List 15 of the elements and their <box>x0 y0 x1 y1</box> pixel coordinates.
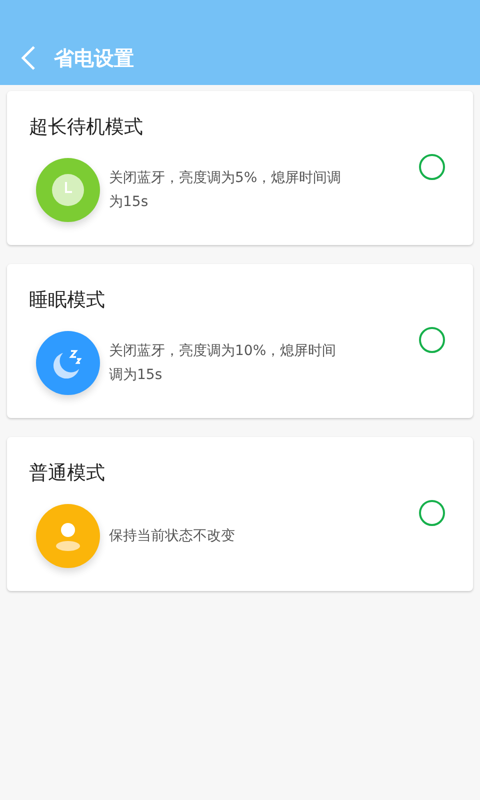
mode-title: 超长待机模式 <box>29 115 143 140</box>
clock-icon <box>52 174 84 206</box>
radio-button[interactable] <box>419 326 445 352</box>
mode-description: 关闭蓝牙，亮度调为10%，熄屏时间调为15s <box>109 342 338 384</box>
mode-description: 保持当前状态不改变 <box>109 526 236 546</box>
radio-button[interactable] <box>419 500 445 526</box>
mode-card[interactable]: 睡眠模式 关闭蓝牙，亮度调为10%，熄屏时间调为15s <box>7 264 473 418</box>
page-title: 省电设置 <box>54 44 134 72</box>
mode-title: 睡眠模式 <box>29 288 105 313</box>
mode-title: 普通模式 <box>29 461 105 486</box>
mode-card[interactable]: 超长待机模式 关闭蓝牙，亮度调为5%，熄屏时间调为15s <box>7 91 473 245</box>
mode-card[interactable]: 普通模式 保持当前状态不改变 <box>7 437 473 591</box>
person-icon <box>56 520 80 550</box>
mode-description: 关闭蓝牙，亮度调为5%，熄屏时间调为15s <box>109 168 342 212</box>
radio-button[interactable] <box>419 154 445 180</box>
